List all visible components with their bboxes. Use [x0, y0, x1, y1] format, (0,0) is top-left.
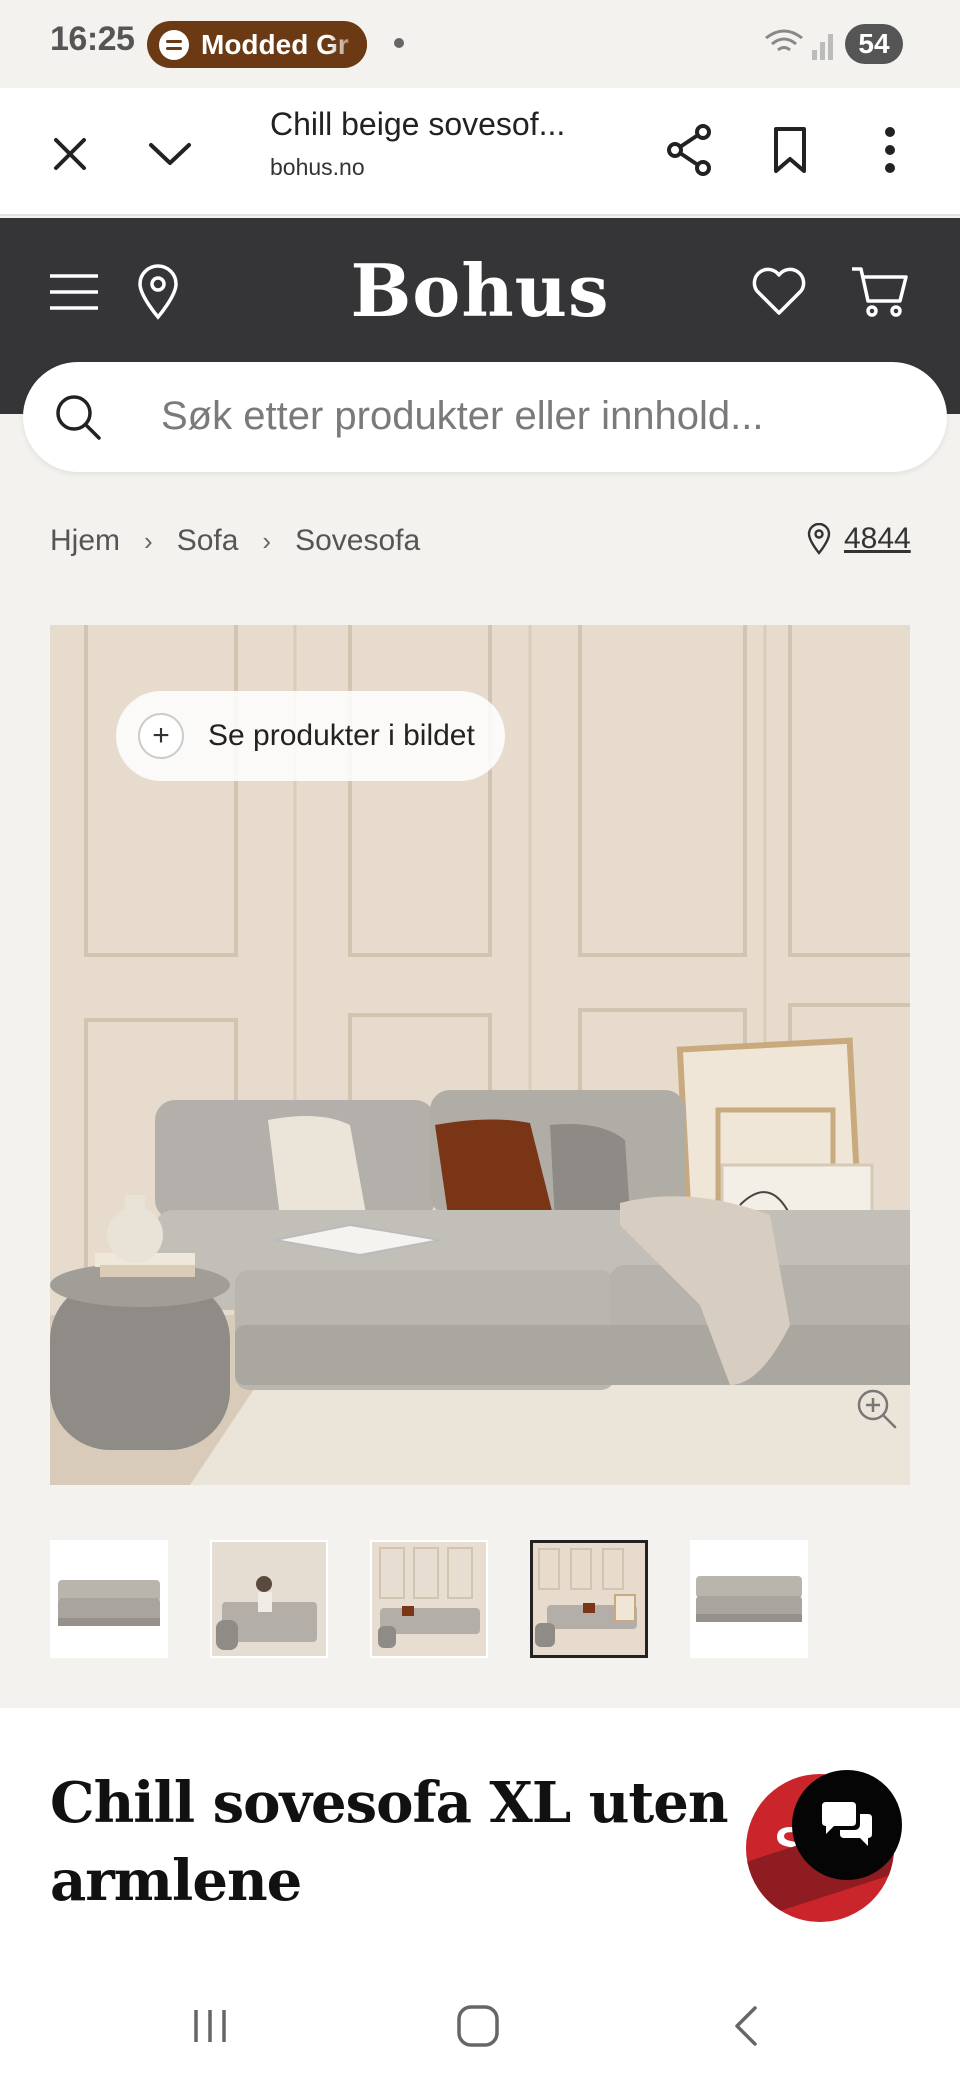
close-icon[interactable] — [40, 124, 100, 184]
status-time: 16:25 — [50, 20, 135, 58]
page-title[interactable]: Chill beige sovesof... — [270, 106, 565, 143]
notification-dot-icon — [394, 38, 404, 48]
thumbnail-1[interactable] — [50, 1540, 168, 1658]
page-url[interactable]: bohus.no — [270, 154, 365, 181]
search-icon[interactable] — [53, 392, 103, 447]
thumbnail-2[interactable] — [210, 1540, 328, 1658]
search-bar[interactable] — [23, 362, 947, 472]
status-bar: 16:25 Modded Gr 54 — [0, 0, 960, 88]
spotify-icon — [159, 29, 189, 60]
chat-button[interactable] — [792, 1770, 902, 1880]
site-logo[interactable]: Bohus — [0, 248, 960, 333]
share-icon[interactable] — [660, 118, 720, 182]
thumbnail-4[interactable] — [530, 1540, 648, 1658]
store-number[interactable]: 4844 — [844, 522, 911, 556]
search-input[interactable] — [161, 390, 921, 442]
thumbnail-3[interactable] — [370, 1540, 488, 1658]
breadcrumb-sofa[interactable]: Sofa — [177, 524, 239, 558]
location-pin-icon — [807, 523, 831, 555]
breadcrumb: Hjem › Sofa › Sovesofa — [50, 524, 420, 558]
browser-toolbar: Chill beige sovesof... bohus.no — [0, 88, 960, 216]
heart-icon[interactable] — [748, 260, 810, 324]
media-notification-pill[interactable]: Modded Gr — [147, 21, 367, 68]
see-products-in-image-button[interactable]: + Se produkter i bildet — [116, 691, 505, 781]
chat-bubbles-icon — [822, 1802, 872, 1846]
product-info: Chill sovesofa XL uten armlene S — [0, 1708, 960, 1968]
breadcrumb-sovesofa[interactable]: Sovesofa — [295, 524, 420, 558]
chevron-right-icon: › — [262, 525, 272, 556]
cart-icon[interactable] — [848, 260, 912, 324]
see-products-label: Se produkter i bildet — [208, 719, 475, 752]
chevron-down-icon[interactable] — [140, 124, 200, 184]
thumbnail-5[interactable] — [690, 1540, 808, 1658]
recent-apps-icon[interactable] — [170, 1998, 250, 2054]
chevron-right-icon: › — [144, 525, 153, 556]
product-main-image[interactable]: + Se produkter i bildet — [50, 625, 910, 1485]
bookmark-icon[interactable] — [762, 118, 818, 182]
system-nav-bar — [0, 1968, 960, 2080]
home-icon[interactable] — [438, 1998, 518, 2054]
product-title: Chill sovesofa XL uten armlene — [50, 1770, 729, 1914]
zoom-in-icon[interactable] — [855, 1387, 899, 1431]
battery-indicator: 54 — [845, 24, 903, 64]
plus-icon: + — [138, 713, 184, 759]
more-vertical-icon[interactable] — [864, 118, 916, 182]
store-selector[interactable]: 4844 — [806, 522, 911, 556]
back-icon[interactable] — [706, 1998, 786, 2054]
wifi-signal-icon — [762, 22, 840, 71]
breadcrumb-home[interactable]: Hjem — [50, 524, 120, 558]
